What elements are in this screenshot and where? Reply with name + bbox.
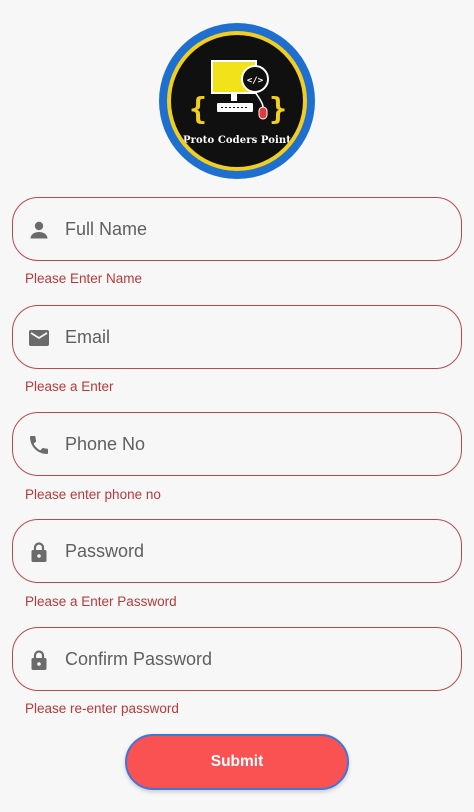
svg-text:{: {: [189, 92, 207, 127]
logo-ring: { } </> Proto Coders Point: [167, 31, 307, 171]
confirm-password-input[interactable]: [65, 628, 445, 690]
logo-badge: { } </> Proto Coders Point: [171, 35, 303, 167]
phone-icon: [27, 433, 51, 457]
full-name-error: Please Enter Name: [25, 271, 143, 286]
confirm-password-field[interactable]: [12, 627, 462, 691]
password-input[interactable]: [65, 520, 445, 582]
person-icon: [27, 218, 51, 242]
full-name-field[interactable]: [12, 197, 462, 261]
email-input[interactable]: [65, 306, 445, 368]
password-error: Please a Enter Password: [25, 594, 177, 609]
computer-code-icon: { } </>: [189, 60, 287, 127]
email-error: Please a Enter: [25, 379, 114, 394]
lock-icon: [27, 648, 51, 672]
phone-input[interactable]: [65, 413, 445, 475]
email-field[interactable]: [12, 305, 462, 369]
confirm-password-error: Please re-enter password: [25, 701, 179, 716]
logo-text: Proto Coders Point: [182, 135, 291, 146]
svg-text:</>: </>: [247, 76, 264, 86]
phone-error: Please enter phone no: [25, 487, 161, 502]
submit-button[interactable]: Submit: [125, 734, 349, 790]
phone-field[interactable]: [12, 412, 462, 476]
password-field[interactable]: [12, 519, 462, 583]
svg-text:}: }: [269, 92, 287, 127]
app-logo: { } </> Proto Coders Point: [159, 23, 315, 179]
email-icon: [27, 326, 51, 350]
lock-icon: [27, 540, 51, 564]
full-name-input[interactable]: [65, 198, 445, 260]
